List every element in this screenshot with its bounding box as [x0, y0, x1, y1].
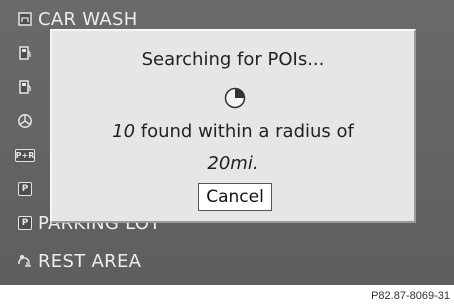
list-item-label: CAR WASH	[38, 8, 138, 30]
parking-icon: P	[16, 180, 34, 198]
list-item[interactable]: REST AREA	[0, 244, 454, 278]
rest-area-icon	[16, 252, 34, 270]
park-and-ride-badge: P+R	[14, 148, 36, 162]
parking-icon: P	[16, 214, 34, 232]
park-and-ride-icon: P+R	[14, 146, 36, 164]
car-wash-icon	[16, 10, 34, 28]
list-item-label: REST AREA	[38, 250, 142, 272]
parking-badge: P	[18, 216, 32, 230]
result-count: 10	[112, 121, 136, 142]
navigation-screen: CAR WASH P+R P P PARKING LOT REST AREA S…	[0, 0, 454, 285]
mercedes-icon	[16, 112, 34, 130]
search-progress-dialog: Searching for POIs... 10 found within a …	[50, 29, 416, 223]
dialog-title: Searching for POIs...	[141, 49, 325, 70]
found-text: found within a radius of	[135, 121, 354, 142]
clock-icon	[224, 87, 246, 109]
figure-reference: P82.87-8069-31	[371, 290, 450, 302]
fuel-icon	[16, 78, 34, 96]
parking-badge: P	[18, 182, 32, 196]
results-line: 10 found within a radius of	[52, 121, 414, 142]
search-radius: 20mi.	[207, 153, 259, 174]
cancel-button[interactable]: Cancel	[198, 183, 272, 211]
fuel-icon	[16, 44, 34, 62]
